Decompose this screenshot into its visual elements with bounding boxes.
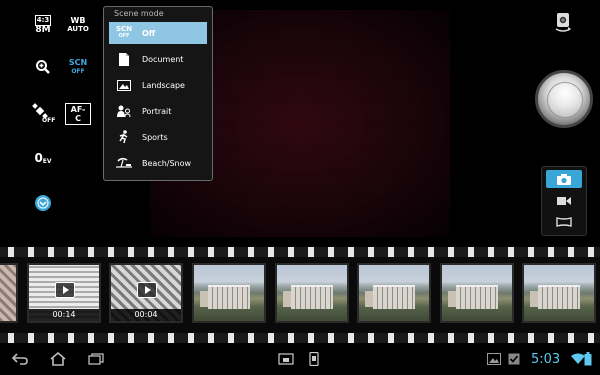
photo-detail: [456, 285, 498, 309]
mode-selector: [541, 166, 587, 236]
checkbox-notification-icon: [504, 351, 524, 367]
scene-item-off[interactable]: SCN OFF Off: [109, 22, 207, 44]
photo-detail: [373, 285, 415, 309]
play-icon: [137, 281, 157, 298]
menu-title: Scene mode: [114, 9, 164, 18]
photo-thumbnail-4[interactable]: [440, 263, 514, 323]
scene-item-sports[interactable]: Sports: [109, 126, 207, 148]
video-duration: 00:14: [29, 309, 99, 321]
panorama-icon[interactable]: [546, 213, 582, 231]
scene-item-document[interactable]: Document: [109, 48, 207, 70]
photo-thumbnail-3[interactable]: [357, 263, 431, 323]
film-perforation-top: [0, 247, 600, 257]
scn-off-icon-top: SCN: [115, 25, 133, 33]
scene-item-label: Landscape: [142, 80, 185, 90]
scene-item-portrait[interactable]: Portrait: [109, 100, 207, 122]
scn-state: OFF: [71, 68, 85, 75]
gps-button[interactable]: OFF: [30, 103, 56, 125]
back-icon[interactable]: [10, 351, 30, 367]
exposure-value: 0: [34, 150, 43, 165]
video-thumbnail: [0, 265, 16, 321]
scene-mode-button[interactable]: SCN OFF: [65, 56, 91, 78]
photo-preview: [359, 265, 429, 321]
scene-mode-menu: Scene mode SCN OFF Off Document Landscap…: [103, 6, 213, 181]
focus-mode-label: AF-C: [65, 103, 91, 125]
photo-preview: [194, 265, 264, 321]
photo-thumbnail-1[interactable]: [192, 263, 266, 323]
scene-item-label: Document: [142, 54, 184, 64]
scene-item-label: Sports: [142, 132, 168, 142]
photo-preview: [524, 265, 594, 321]
landscape-icon: [114, 77, 134, 93]
photo-detail: [208, 285, 250, 309]
photo-preview: [277, 265, 347, 321]
photo-thumbnail-2[interactable]: [275, 263, 349, 323]
battery-icon: [582, 351, 594, 367]
gps-state: OFF: [42, 117, 56, 124]
resolution-size: 8M: [35, 25, 51, 35]
sports-icon: [114, 129, 134, 145]
scn-label: SCN: [68, 58, 88, 67]
switch-camera-icon[interactable]: [552, 12, 574, 34]
document-icon: [114, 51, 134, 67]
white-balance-button[interactable]: WB AUTO: [65, 14, 91, 36]
focus-mode-button[interactable]: AF-C: [65, 103, 91, 125]
photo-thumbnail-5[interactable]: [522, 263, 596, 323]
chevron-down-circle-icon[interactable]: [30, 192, 56, 214]
camera-icon[interactable]: [546, 170, 582, 188]
status-clock: 5:03: [531, 352, 561, 367]
thumbnail-partial[interactable]: [0, 263, 18, 323]
beach-snow-icon: [114, 155, 134, 171]
exposure-unit: EV: [42, 157, 52, 165]
video-preview: 00:14: [29, 265, 99, 321]
wb-mode: AUTO: [67, 25, 89, 33]
zoom-in-icon[interactable]: [30, 56, 56, 78]
gallery-icon: [484, 351, 504, 367]
video-camera-icon[interactable]: [546, 192, 582, 210]
scene-item-label: Beach/Snow: [142, 158, 192, 168]
photo-preview: [442, 265, 512, 321]
video-preview: 00:04: [111, 265, 181, 321]
recent-apps-icon[interactable]: [86, 351, 106, 367]
home-icon[interactable]: [48, 351, 68, 367]
scn-off-icon: SCN OFF: [114, 25, 134, 41]
screenshot-icon[interactable]: [276, 351, 296, 367]
photo-detail: [291, 285, 333, 309]
shutter-button[interactable]: [535, 70, 593, 128]
portrait-icon: [114, 103, 134, 119]
wb-label: WB: [70, 16, 86, 25]
system-navbar: [0, 343, 600, 375]
shutter-button-inner: [547, 82, 583, 118]
video-duration: 00:04: [111, 309, 181, 321]
video-thumbnail-1[interactable]: 00:14: [27, 263, 101, 323]
filmstrip[interactable]: 00:14 00:04: [0, 247, 600, 343]
usb-icon: [304, 351, 324, 367]
resolution-button[interactable]: 4:3 8M: [30, 14, 56, 36]
video-thumbnail-2[interactable]: 00:04: [109, 263, 183, 323]
scene-item-landscape[interactable]: Landscape: [109, 74, 207, 96]
play-icon: [55, 281, 75, 298]
exposure-button[interactable]: 0 EV: [30, 147, 56, 169]
scene-item-beach-snow[interactable]: Beach/Snow: [109, 152, 207, 174]
scene-item-label: Portrait: [142, 106, 172, 116]
scene-item-label: Off: [142, 28, 156, 38]
scn-off-icon-bottom: OFF: [118, 33, 130, 39]
photo-detail: [538, 285, 580, 309]
film-perforation-bottom: [0, 333, 600, 343]
